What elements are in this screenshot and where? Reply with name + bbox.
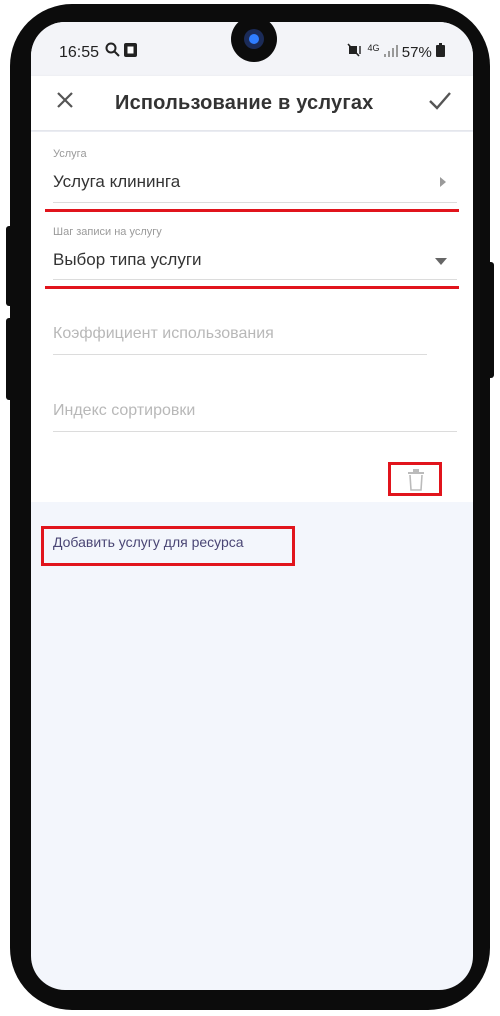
add-service-link[interactable]: Добавить услугу для ресурса [53, 534, 244, 550]
side-button-right [486, 262, 494, 378]
network-type: 4G [367, 43, 380, 53]
sort-index-underline [53, 431, 457, 432]
step-label: Шаг записи на услугу [53, 226, 162, 238]
highlight-underline-service [45, 209, 459, 212]
battery-icon [436, 43, 445, 61]
chevron-right-icon [440, 177, 446, 190]
sort-index-placeholder: Индекс сортировки [53, 402, 196, 419]
screen: 16:55 4G 57% Использование в услугах Усл… [31, 22, 473, 990]
side-button-left-lower [6, 318, 14, 400]
mute-vibrate-icon [347, 43, 367, 61]
check-icon[interactable] [427, 88, 453, 119]
battery-level: 57% [401, 44, 432, 61]
step-value: Выбор типа услуги [53, 250, 202, 269]
service-form: Услуга Услуга клининга Шаг записи на усл… [31, 132, 473, 502]
search-icon [105, 42, 124, 61]
camera-lens [244, 29, 264, 49]
highlight-underline-step [45, 286, 459, 289]
close-icon[interactable] [53, 88, 77, 119]
status-left-icons [105, 42, 138, 61]
status-right: 4G 57% [347, 43, 445, 61]
step-underline [53, 279, 457, 280]
dropdown-arrow-icon [435, 254, 447, 268]
app-bar: Использование в услугах [31, 76, 473, 130]
trash-icon[interactable] [407, 469, 425, 496]
service-underline [53, 202, 457, 203]
image-icon [124, 43, 138, 61]
coefficient-placeholder: Коэффициент использования [53, 325, 274, 342]
service-value: Услуга клининга [53, 172, 181, 191]
page-title: Использование в услугах [115, 92, 374, 114]
service-label: Услуга [53, 148, 87, 160]
coefficient-underline [53, 354, 427, 355]
signal-icon [383, 44, 402, 61]
side-button-left-upper [6, 226, 14, 306]
status-time: 16:55 [59, 44, 100, 61]
